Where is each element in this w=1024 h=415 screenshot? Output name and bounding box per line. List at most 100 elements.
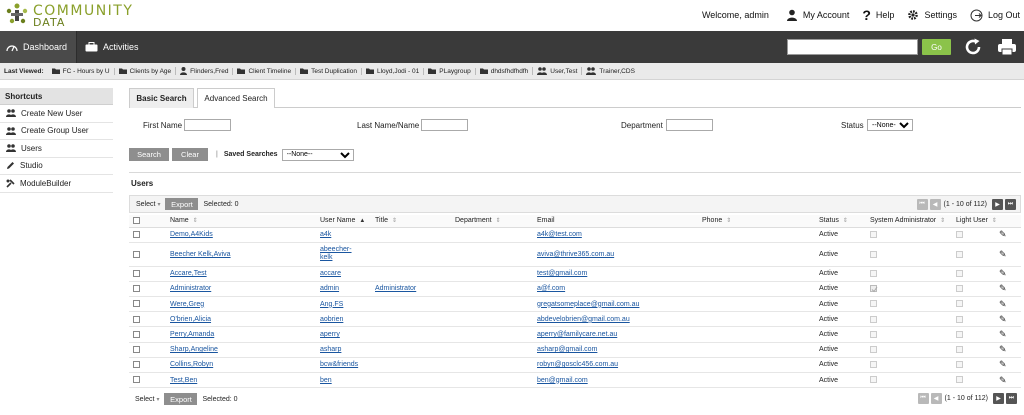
col-email[interactable]: Email (537, 215, 702, 228)
user-name-link[interactable]: Sharp,Angeline (170, 346, 218, 353)
email-link[interactable]: aviva@thrive365.com.au (537, 251, 614, 258)
user-name-link[interactable]: Administrator (170, 285, 211, 292)
last-viewed-item[interactable]: Test Duplication (295, 67, 361, 75)
edit-pencil-icon[interactable]: ✎ (999, 329, 1007, 339)
row-checkbox[interactable] (133, 346, 140, 354)
sidebar-item-modulebuilder[interactable]: ModuleBuilder (0, 175, 113, 193)
settings-link[interactable]: Settings (907, 9, 957, 21)
username-link[interactable]: aobrien (320, 316, 343, 323)
saved-searches-select[interactable]: --None-- (281, 148, 354, 161)
sidebar-item-create-group-user[interactable]: Create Group User (0, 123, 113, 140)
col-department[interactable]: Department ⇕ (455, 215, 537, 228)
row-checkbox[interactable] (133, 315, 140, 323)
email-link[interactable]: abdevelobrien@gmail.com.au (537, 316, 630, 323)
export-button[interactable]: Export (165, 198, 199, 210)
last-viewed-item[interactable]: Lloyd,Jodi - 01 (360, 67, 423, 75)
select-menu[interactable]: Select ▾ (135, 396, 159, 403)
email-link[interactable]: a4k@test.com (537, 231, 582, 238)
col-lightuser[interactable]: Light User ⇕ (956, 215, 999, 228)
tab-advanced-search[interactable]: Advanced Search (197, 88, 275, 108)
last-viewed-item[interactable]: Trainer,CDS (581, 67, 639, 75)
tab-activities[interactable]: Activities (85, 31, 139, 63)
col-name[interactable]: Name ⇕ (170, 215, 320, 228)
row-checkbox[interactable] (133, 330, 140, 338)
sidebar-item-users[interactable]: Users (0, 140, 113, 158)
edit-pencil-icon[interactable]: ✎ (999, 283, 1007, 293)
edit-pencil-icon[interactable]: ✎ (999, 344, 1007, 354)
search-button[interactable]: Search (129, 148, 169, 161)
col-username[interactable]: User Name ▲ (320, 215, 375, 228)
first-page-icon[interactable]: ⏮ (917, 393, 929, 404)
last-name-field[interactable] (421, 119, 468, 131)
username-link[interactable]: Ang.FS (320, 301, 343, 308)
first-name-field[interactable] (184, 119, 231, 131)
last-viewed-item[interactable]: Client Timeline (232, 67, 295, 75)
row-checkbox[interactable] (133, 270, 140, 278)
next-page-icon[interactable]: ▶ (993, 393, 1004, 404)
email-link[interactable]: test@gmail.com (537, 270, 587, 277)
last-page-icon[interactable]: ⏭ (1005, 199, 1016, 210)
row-checkbox[interactable] (133, 376, 140, 384)
username-link[interactable]: admin (320, 285, 339, 292)
app-logo[interactable]: COMMUNITY DATA SOLUTIONS (4, 2, 134, 42)
edit-pencil-icon[interactable]: ✎ (999, 229, 1007, 239)
last-viewed-item[interactable]: FC - Hours by U (48, 68, 114, 75)
col-phone[interactable]: Phone ⇕ (702, 215, 819, 228)
row-checkbox[interactable] (133, 250, 140, 258)
prev-page-icon[interactable]: ◀ (930, 393, 942, 404)
email-link[interactable]: ben@gmail.com (537, 377, 588, 384)
tab-dashboard[interactable]: Dashboard (0, 31, 77, 63)
logout-link[interactable]: Log Out (970, 9, 1020, 22)
edit-pencil-icon[interactable]: ✎ (999, 268, 1007, 278)
email-link[interactable]: a@f.com (537, 285, 565, 292)
email-link[interactable]: aperry@familycare.net.au (537, 331, 617, 338)
edit-pencil-icon[interactable]: ✎ (999, 359, 1007, 369)
prev-page-icon[interactable]: ◀ (929, 199, 941, 210)
username-link[interactable]: bcw&friends (320, 361, 358, 368)
print-icon[interactable] (997, 37, 1017, 57)
user-name-link[interactable]: Test,Ben (170, 377, 197, 384)
username-link[interactable]: abeecher- (320, 246, 352, 253)
last-viewed-item[interactable]: dhdsfhdfhdfh (474, 67, 533, 75)
last-viewed-item[interactable]: PLaygroup (423, 67, 474, 75)
last-viewed-item[interactable]: Clients by Age (113, 67, 176, 75)
user-name-link[interactable]: Beecher Kelk,Aviva (170, 251, 231, 258)
username-link[interactable]: asharp (320, 346, 341, 353)
last-page-icon[interactable]: ⏭ (1006, 393, 1017, 404)
row-checkbox[interactable] (133, 230, 140, 238)
refresh-icon[interactable] (963, 37, 983, 57)
row-checkbox[interactable] (133, 361, 140, 369)
col-status[interactable]: Status ⇕ (819, 215, 870, 228)
go-button[interactable]: Go (922, 39, 951, 55)
export-button[interactable]: Export (164, 393, 198, 405)
my-account-link[interactable]: My Account (786, 9, 849, 21)
status-select[interactable]: --None-- (867, 119, 913, 131)
username-link[interactable]: a4k (320, 231, 331, 238)
username-link-cont[interactable]: kelk (320, 254, 332, 261)
department-field[interactable] (666, 119, 713, 131)
col-sysadmin[interactable]: System Administrator ⇕ (870, 215, 956, 228)
user-name-link[interactable]: Collins,Robyn (170, 361, 213, 368)
sidebar-item-studio[interactable]: Studio (0, 158, 113, 175)
title-link[interactable]: Administrator (375, 285, 416, 292)
sidebar-item-create-new-user[interactable]: Create New User (0, 105, 113, 123)
username-link[interactable]: ben (320, 377, 332, 384)
edit-pencil-icon[interactable]: ✎ (999, 249, 1007, 259)
edit-pencil-icon[interactable]: ✎ (999, 375, 1007, 385)
global-search-input[interactable] (787, 39, 918, 55)
edit-pencil-icon[interactable]: ✎ (999, 314, 1007, 324)
email-link[interactable]: asharp@gmail.com (537, 346, 597, 353)
last-viewed-item[interactable]: Flinders,Fred (175, 67, 232, 75)
email-link[interactable]: robyn@gosclc456.com.au (537, 361, 618, 368)
username-link[interactable]: accare (320, 270, 341, 277)
next-page-icon[interactable]: ▶ (992, 199, 1003, 210)
username-link[interactable]: aperry (320, 331, 340, 338)
user-name-link[interactable]: Were,Greg (170, 301, 204, 308)
user-name-link[interactable]: O'brien,Alicia (170, 316, 211, 323)
user-name-link[interactable]: Demo,A4Kids (170, 231, 213, 238)
user-name-link[interactable]: Accare,Test (170, 270, 207, 277)
tab-basic-search[interactable]: Basic Search (129, 88, 194, 108)
email-link[interactable]: gregatsomeplace@gmail.com.au (537, 301, 639, 308)
select-all-checkbox[interactable] (133, 217, 140, 225)
row-checkbox[interactable] (133, 285, 140, 293)
